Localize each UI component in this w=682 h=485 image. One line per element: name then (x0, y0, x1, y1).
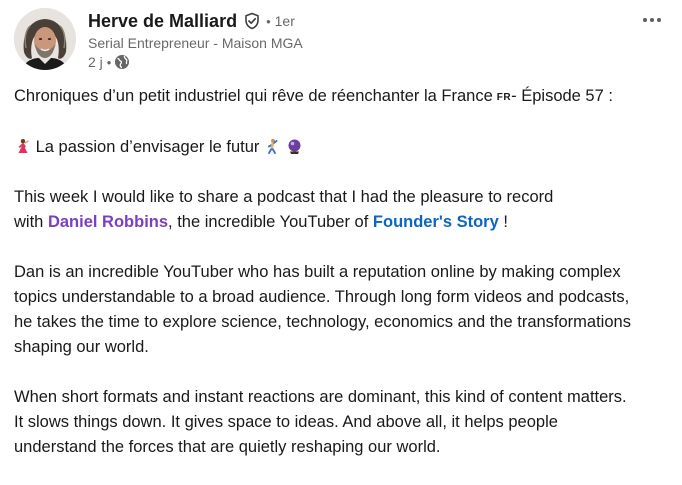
para2-line: Dan is an incredible YouTuber who has bu… (14, 263, 621, 281)
profile-photo-icon (14, 8, 76, 70)
author-name-line: Herve de Malliard • 1er (88, 9, 303, 33)
post-header: Herve de Malliard • 1er Serial Entrepren… (14, 8, 668, 72)
post-title-line: Chroniques d’un petit industriel qui rêv… (14, 84, 674, 110)
para1-end: ! (498, 213, 508, 231)
title-suffix: - Épisode 57 : (511, 87, 613, 105)
crystal-ball-emoji (286, 138, 303, 155)
para2-line: topics understandable to a broad audienc… (14, 288, 630, 306)
verified-shield-icon (243, 12, 261, 30)
paragraph-1: This week I would like to share a podcas… (14, 185, 674, 235)
more-options-button[interactable] (636, 8, 668, 32)
avatar[interactable] (14, 8, 76, 70)
para1-mid: , the incredible YouTuber of (168, 213, 369, 231)
para2-line: he takes the time to explore science, te… (14, 313, 631, 331)
post-meta: 2 j • (88, 54, 303, 70)
para3-line: understand the forces that are quietly r… (14, 438, 441, 456)
more-horizontal-icon (643, 18, 661, 22)
para2-line: shaping our world. (14, 338, 149, 356)
globe-icon (114, 54, 130, 70)
mention-daniel-robbins[interactable]: Daniel Robbins (48, 213, 168, 231)
person-dancing-emoji (264, 138, 281, 155)
post-time[interactable]: 2 j (88, 54, 103, 70)
author-headline: Serial Entrepreneur - Maison MGA (88, 35, 303, 51)
para1-with: with (14, 213, 44, 231)
post-body: Chroniques d’un petit industriel qui rêv… (14, 84, 674, 485)
author-name[interactable]: Herve de Malliard (88, 11, 237, 32)
para3-line: It slows things down. It gives space to … (14, 413, 558, 431)
connection-degree: 1er (274, 13, 295, 29)
para1-intro: This week I would like to share a podcas… (14, 188, 554, 206)
subtitle-text: La passion d’envisager le futur (35, 138, 260, 156)
paragraph-2: Dan is an incredible YouTuber who has bu… (14, 260, 674, 360)
title-text: Chroniques d’un petit industriel qui rêv… (14, 87, 493, 105)
separator-dot: • (266, 13, 271, 29)
woman-dancing-emoji (14, 138, 31, 155)
flag-fr: FR (496, 92, 512, 103)
link-founders-story[interactable]: Founder's Story (373, 213, 499, 231)
para3-line: When short formats and instant reactions… (14, 388, 627, 406)
post-subtitle-line: La passion d’envisager le futur (14, 135, 674, 160)
paragraph-3: When short formats and instant reactions… (14, 385, 674, 460)
separator-dot: • (106, 54, 112, 70)
author-block: Herve de Malliard • 1er Serial Entrepren… (88, 9, 303, 71)
